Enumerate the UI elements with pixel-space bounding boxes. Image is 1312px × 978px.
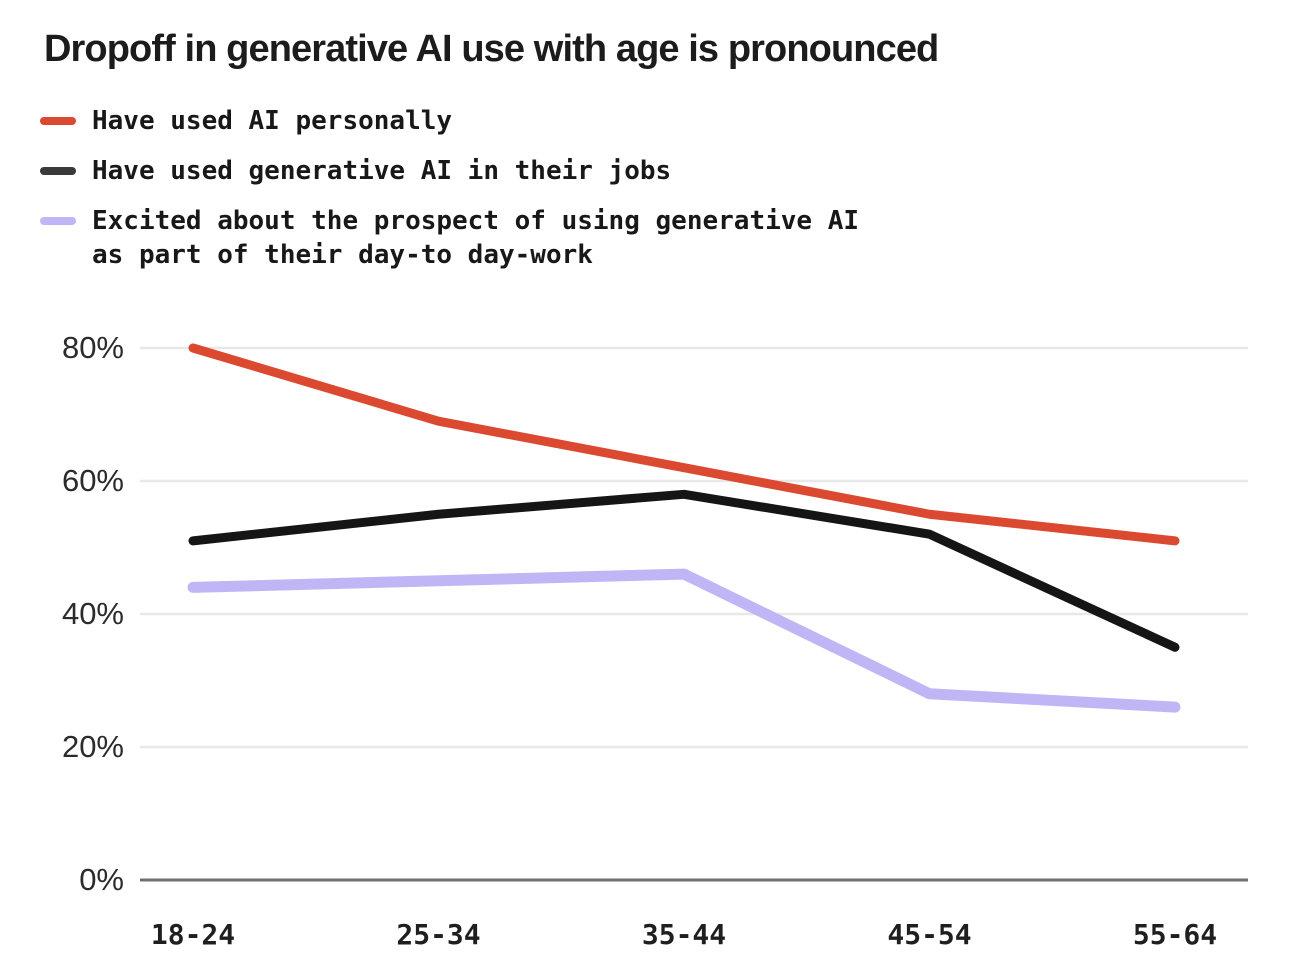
x-axis-tick-label: 35-44	[641, 918, 727, 951]
chart-canvas	[140, 343, 1248, 882]
x-axis-tick-label: 45-54	[887, 918, 972, 951]
x-axis-tick-label: 55-64	[1132, 918, 1218, 951]
series-line-2	[187, 568, 1181, 713]
y-axis-tick-label: 60%	[61, 463, 124, 498]
plot-area: 80% 60% 40% 20% 0% 18-24 25-34 35-44 45-54 55-64	[0, 0, 1312, 978]
y-axis-tick-label: 40%	[61, 596, 124, 631]
y-axis-tick-label: 20%	[61, 729, 124, 764]
x-axis-labels: 18-24 25-34 35-44 45-54 55-64	[0, 908, 1312, 968]
y-axis-tick-label: 0%	[79, 862, 124, 897]
x-axis-tick-label: 25-34	[396, 918, 481, 951]
x-axis-tick-label: 18-24	[150, 918, 236, 951]
chart-page: Dropoff in generative AI use with age is…	[0, 0, 1312, 978]
y-axis-tick-label: 80%	[61, 330, 124, 365]
series-line-0	[188, 343, 1180, 546]
y-axis-labels: 80% 60% 40% 20% 0%	[0, 0, 124, 978]
